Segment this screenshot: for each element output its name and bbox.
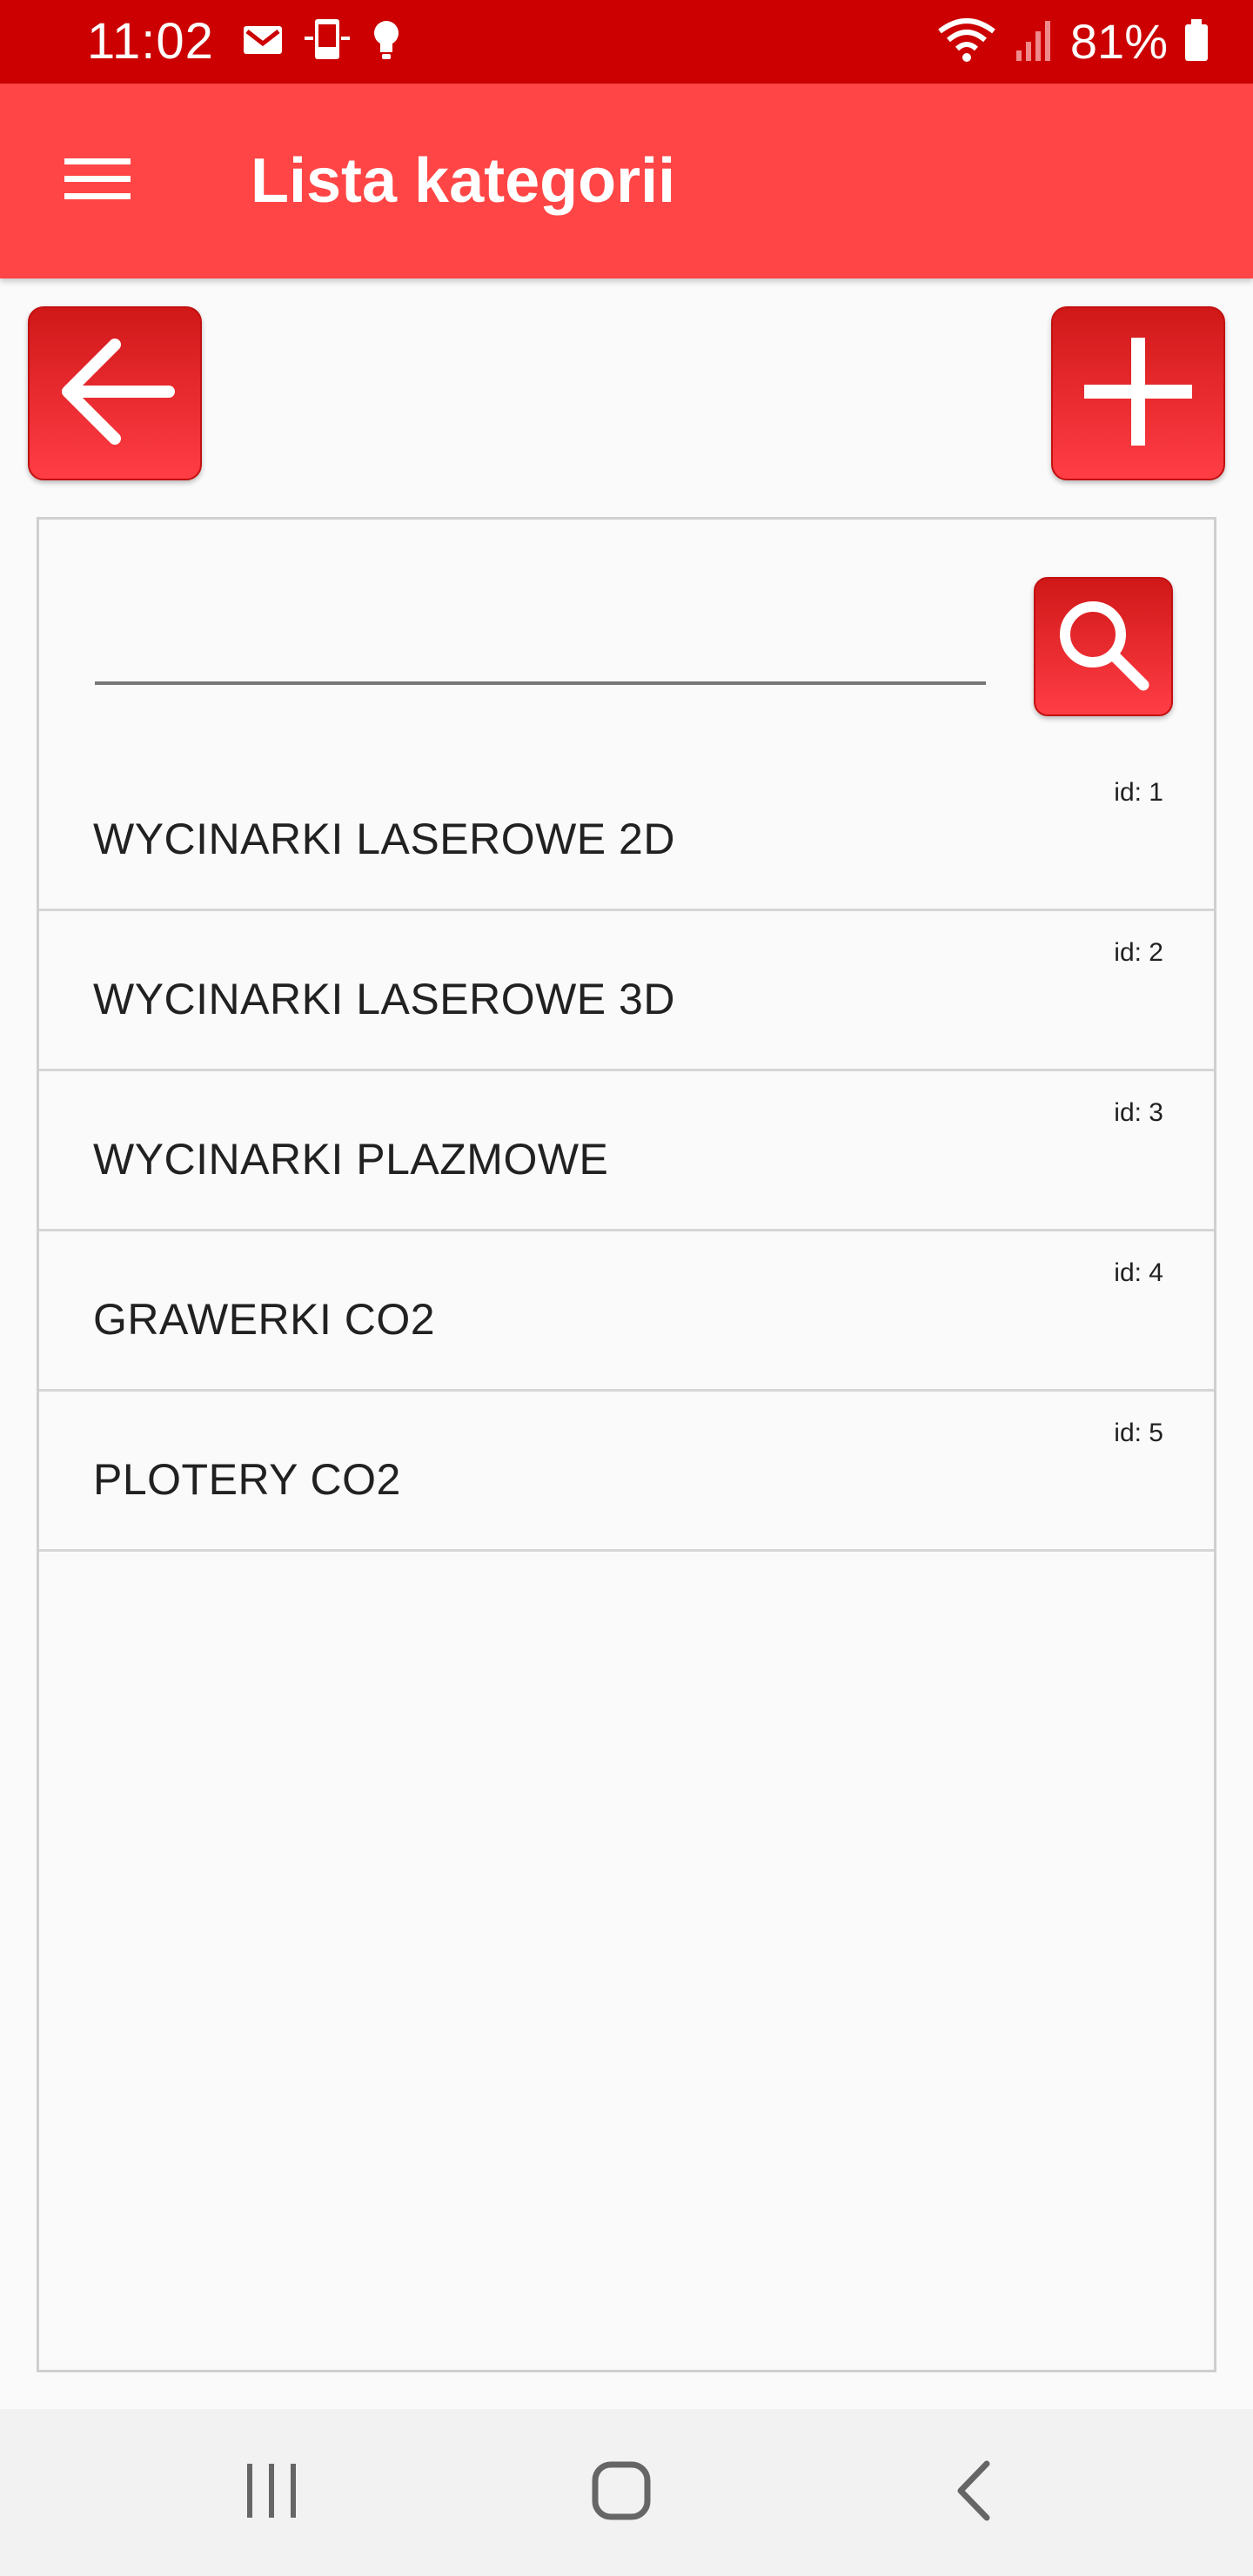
list-item[interactable]: id: 5 PLOTERY CO2: [39, 1392, 1214, 1552]
phone-sync-icon: [303, 17, 352, 67]
system-nav-bar: [0, 2409, 1253, 2576]
category-list: id: 1 WYCINARKI LASEROWE 2D id: 2 WYCINA…: [39, 751, 1214, 1552]
page-title: Lista kategorii: [251, 146, 676, 216]
lightbulb-icon: [371, 17, 402, 67]
plus-icon: [1084, 337, 1192, 450]
search-row: [39, 520, 1214, 746]
item-name: WYCINARKI LASEROWE 3D: [93, 975, 675, 1023]
battery-percent: 81%: [1069, 14, 1168, 69]
back-button[interactable]: [28, 306, 202, 480]
home-button[interactable]: [569, 2449, 673, 2536]
wifi-icon: [936, 16, 997, 69]
item-name: PLOTERY CO2: [93, 1455, 401, 1504]
add-category-button[interactable]: [1051, 306, 1225, 480]
item-id: id: 3: [1114, 1098, 1163, 1127]
item-name: GRAWERKI CO2: [93, 1295, 436, 1344]
list-item[interactable]: id: 3 WYCINARKI PLAZMOWE: [39, 1071, 1214, 1231]
signal-icon: [1013, 17, 1055, 67]
status-bar: 11:02 81%: [0, 0, 1253, 84]
search-button[interactable]: [1034, 577, 1173, 716]
recents-icon: [244, 2462, 299, 2524]
menu-button[interactable]: [49, 138, 146, 225]
item-id: id: 2: [1114, 938, 1163, 967]
list-item[interactable]: id: 2 WYCINARKI LASEROWE 3D: [39, 911, 1214, 1071]
gmail-icon: [242, 23, 284, 62]
item-name: WYCINARKI PLAZMOWE: [93, 1135, 609, 1184]
list-item[interactable]: id: 4 GRAWERKI CO2: [39, 1231, 1214, 1392]
recents-button[interactable]: [219, 2449, 324, 2536]
status-system-icons: 81%: [936, 12, 1209, 71]
hamburger-menu-icon: [63, 153, 132, 210]
item-name: WYCINARKI LASEROWE 2D: [93, 815, 675, 863]
search-input[interactable]: [95, 589, 986, 685]
item-id: id: 4: [1114, 1258, 1163, 1287]
battery-icon: [1183, 17, 1209, 67]
item-id: id: 5: [1114, 1419, 1163, 1447]
status-notification-icons: [242, 17, 402, 67]
item-id: id: 1: [1114, 778, 1163, 807]
app-bar: Lista kategorii: [0, 84, 1253, 278]
category-panel: id: 1 WYCINARKI LASEROWE 2D id: 2 WYCINA…: [37, 517, 1216, 2372]
system-back-button[interactable]: [921, 2449, 1025, 2536]
status-time: 11:02: [87, 13, 214, 70]
back-chevron-icon: [954, 2460, 992, 2526]
list-item[interactable]: id: 1 WYCINARKI LASEROWE 2D: [39, 751, 1214, 911]
arrow-left-icon: [54, 331, 176, 457]
magnifier-icon: [1051, 593, 1156, 701]
home-icon: [591, 2460, 652, 2526]
